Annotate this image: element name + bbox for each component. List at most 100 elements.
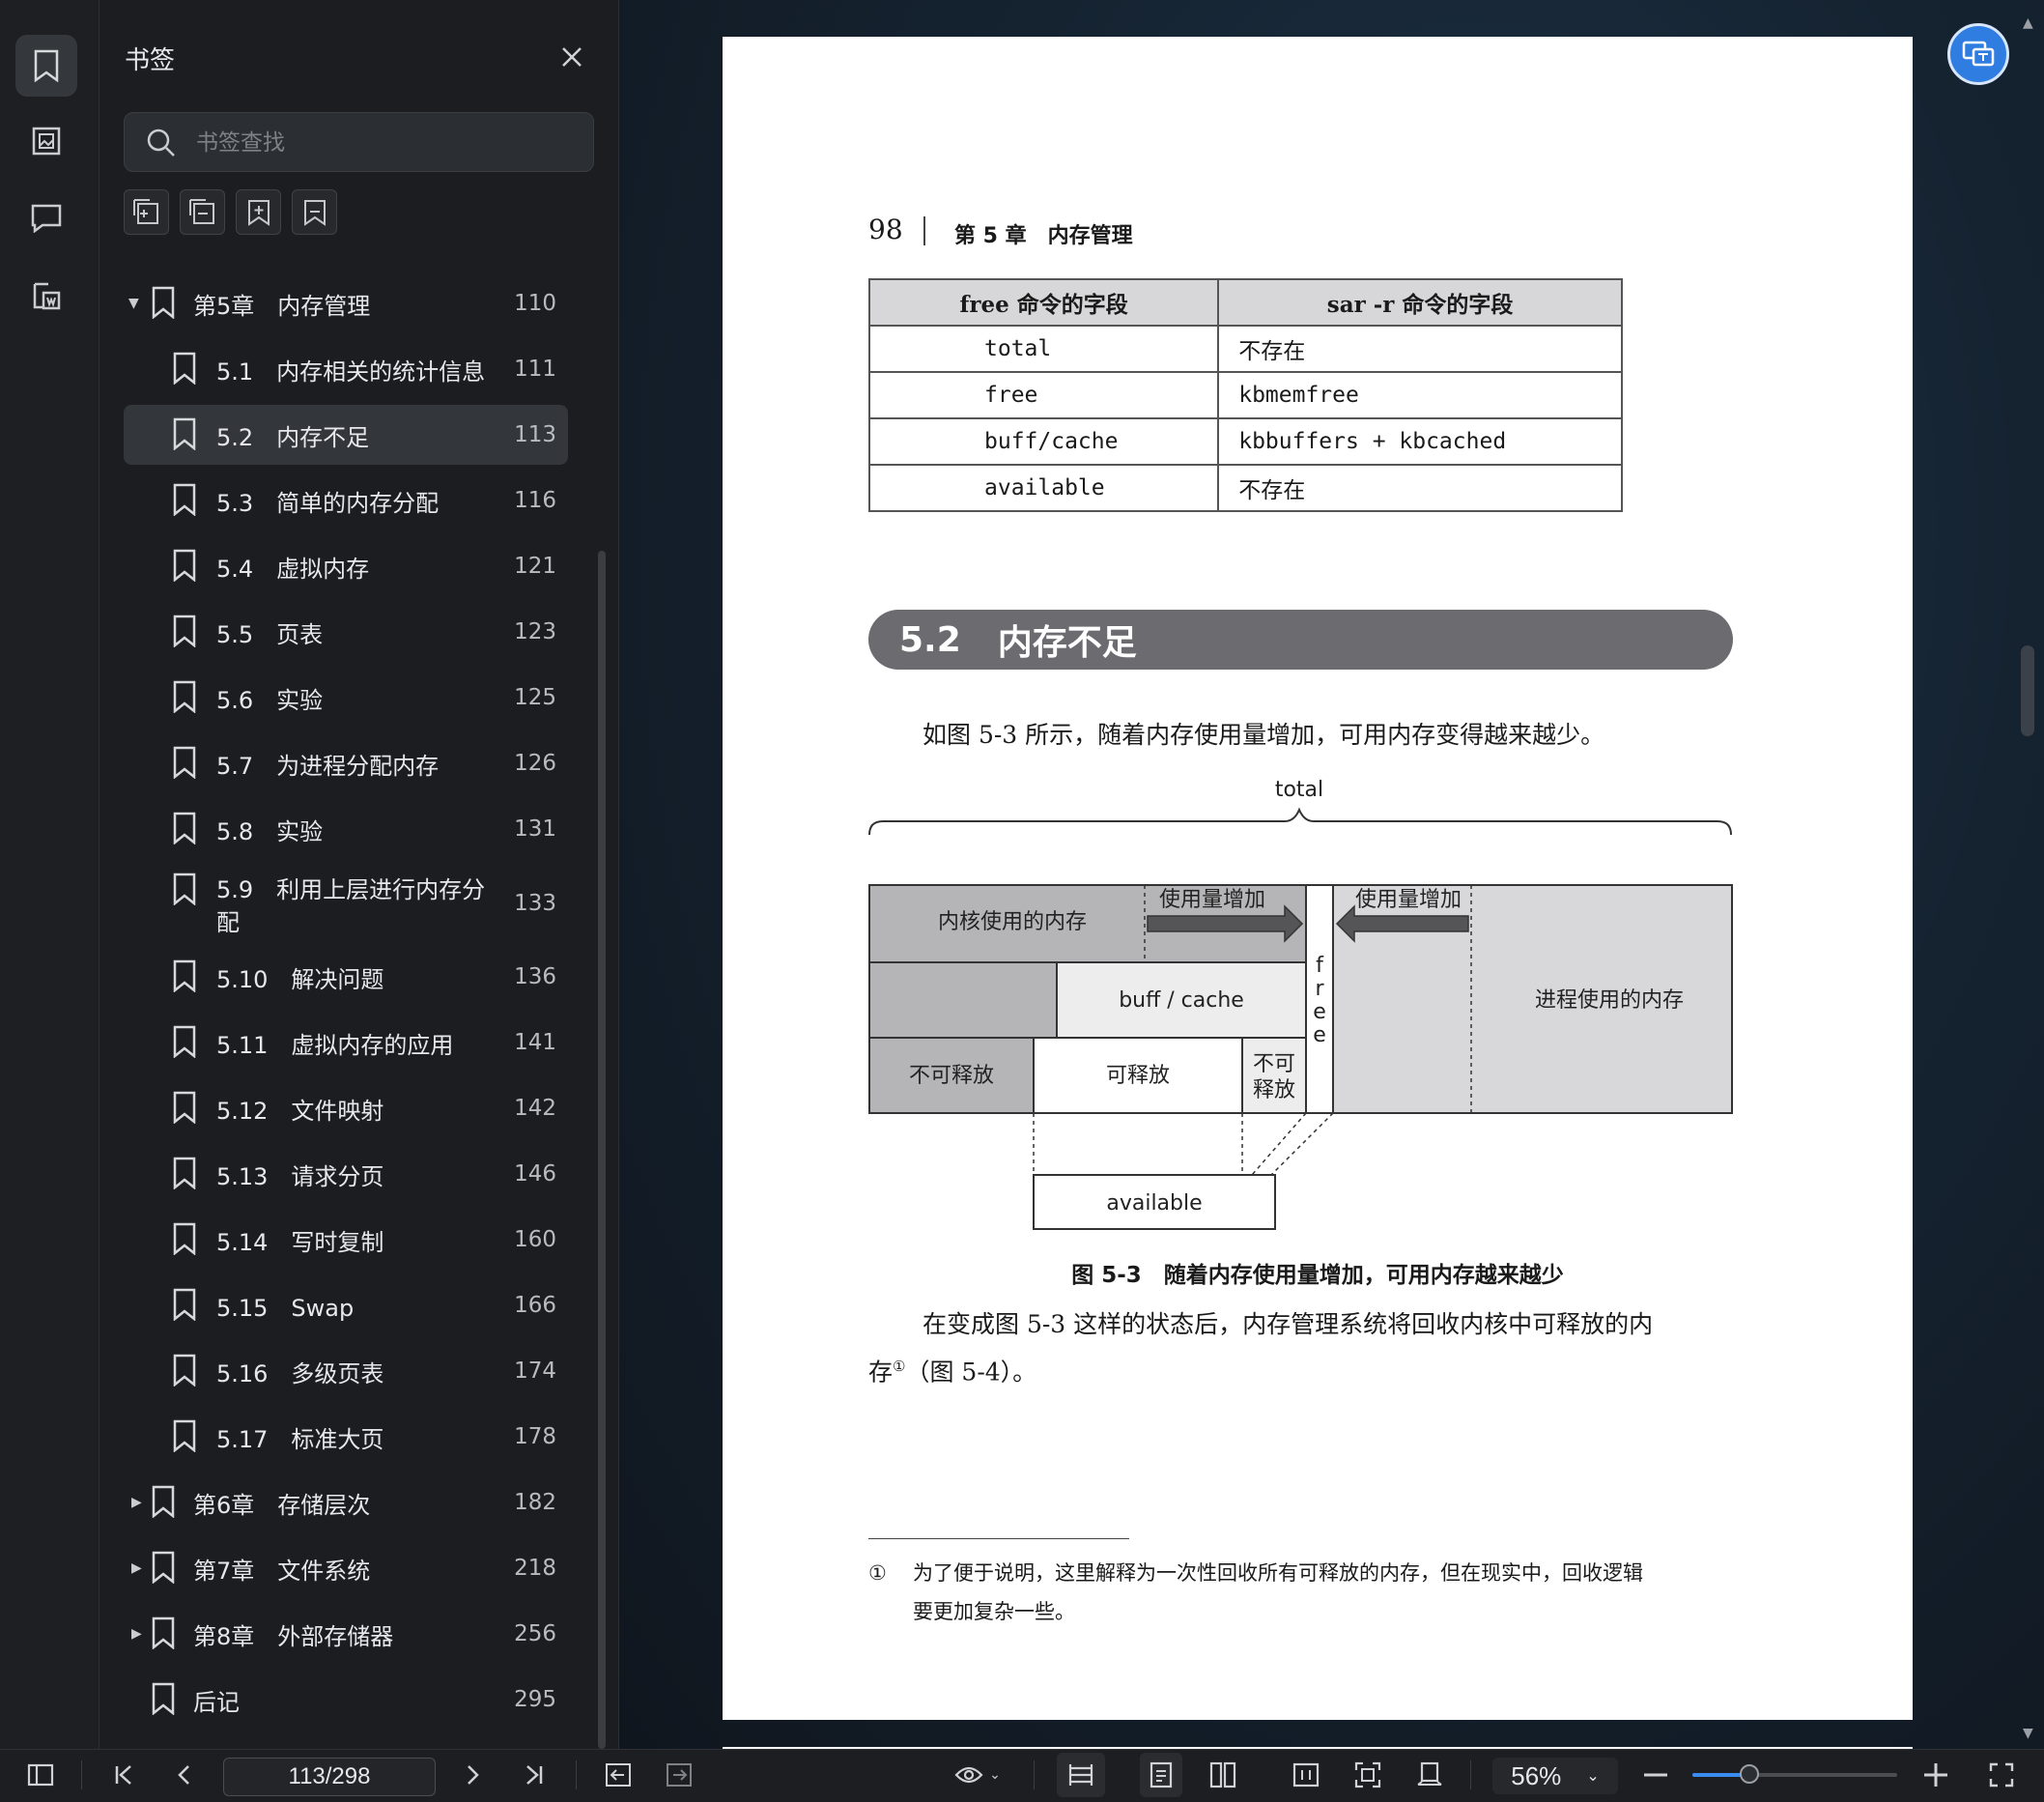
toolbar-divider <box>81 1760 82 1789</box>
bookmark-label: 后记 <box>193 1688 240 1716</box>
footnote-ref[interactable]: ① <box>893 1358 905 1375</box>
bookmark-label-continued: 配 <box>216 909 240 936</box>
bookmark-item[interactable]: 5.6 实验 125 <box>124 668 568 728</box>
zoom-select[interactable]: 56% ⌄ <box>1492 1758 1618 1794</box>
bookmark-item[interactable]: 5.7 为进程分配内存 126 <box>124 733 568 793</box>
bookmark-search[interactable] <box>124 112 594 172</box>
bookmark-item[interactable]: ▶ 第7章 文件系统 218 <box>124 1538 568 1598</box>
bookmark-icon <box>151 1551 176 1589</box>
bookmark-item[interactable]: 5.15 Swap 166 <box>124 1275 568 1335</box>
close-icon[interactable] <box>555 41 588 73</box>
collapsed-caret-icon[interactable]: ▶ <box>131 1560 149 1576</box>
scroll-up-icon[interactable]: ▲ <box>2023 15 2033 31</box>
bookmark-icon <box>151 1682 176 1721</box>
bookmark-item[interactable]: ▶ 第6章 存储层次 182 <box>124 1473 568 1532</box>
body-text: 存 <box>868 1358 894 1387</box>
svg-text:f: f <box>1316 954 1324 978</box>
bookmark-page: 295 <box>514 1687 556 1712</box>
first-page-icon[interactable] <box>104 1749 143 1801</box>
bookmark-label: 5.17 标准大页 <box>216 1425 384 1453</box>
bookmark-page: 136 <box>514 964 556 989</box>
bookmark-icon <box>172 1157 197 1195</box>
toggle-sidebar-icon[interactable] <box>21 1749 60 1801</box>
two-page-icon[interactable] <box>1202 1749 1244 1801</box>
bookmark-label: 5.3 简单的内存分配 <box>216 489 440 517</box>
bookmark-icon[interactable] <box>292 189 337 235</box>
previous-page-icon[interactable] <box>164 1749 203 1801</box>
bookmark-page: 142 <box>514 1096 556 1121</box>
bookmark-icon <box>172 417 197 456</box>
bookmark-page: 178 <box>514 1424 556 1449</box>
bookmark-page: 121 <box>514 554 556 579</box>
body-paragraph-line: 存①（图 5-4）。 <box>868 1345 1733 1393</box>
fullscreen-icon[interactable] <box>1982 1749 2021 1801</box>
bookmark-item[interactable]: ▼ 第5章 内存管理 110 <box>124 273 568 333</box>
bookmark-item[interactable]: 5.4 虚拟内存 121 <box>124 536 568 596</box>
bookmark-item[interactable]: 5.10 解决问题 136 <box>124 947 568 1007</box>
image-icon[interactable] <box>15 110 77 172</box>
actual-size-icon[interactable] <box>1285 1749 1327 1801</box>
chevron-down-icon: ⌄ <box>1586 1768 1600 1785</box>
scroll-down-icon[interactable]: ▼ <box>2023 1726 2033 1741</box>
bookmark-item[interactable]: 5.9 利用上层进行内存分 配 133 <box>124 865 568 942</box>
bookmark-icon[interactable] <box>15 35 77 97</box>
back-icon[interactable] <box>599 1749 638 1801</box>
collapsed-caret-icon[interactable]: ▶ <box>131 1495 149 1510</box>
bookmark-icon <box>172 615 197 653</box>
add-bookmark-icon[interactable] <box>236 189 281 235</box>
bookmark-item[interactable]: 5.13 请求分页 146 <box>124 1144 568 1204</box>
bookmark-item[interactable]: 5.12 文件映射 142 <box>124 1078 568 1138</box>
export-icon[interactable] <box>15 265 77 327</box>
single-page-icon[interactable] <box>1140 1753 1182 1797</box>
next-page-icon[interactable] <box>454 1749 493 1801</box>
bookmark-item[interactable]: ▶ 第8章 外部存储器 256 <box>124 1604 568 1664</box>
page-number-input[interactable]: 113/298 <box>223 1758 436 1796</box>
bookmark-item[interactable]: 5.5 页表 123 <box>124 602 568 662</box>
collapsed-caret-icon[interactable]: ▶ <box>131 1626 149 1642</box>
bookmark-page: 113 <box>514 422 556 447</box>
bookmark-icon <box>172 812 197 850</box>
zoom-out-icon[interactable] <box>1636 1749 1675 1801</box>
last-page-icon[interactable] <box>515 1749 554 1801</box>
collapse-all-icon[interactable] <box>180 189 225 235</box>
document-scrollbar[interactable] <box>2021 645 2034 736</box>
releasable-label: 可释放 <box>1106 1064 1170 1088</box>
bookmark-icon <box>151 286 176 325</box>
bookmark-item[interactable]: 5.11 虚拟内存的应用 141 <box>124 1013 568 1073</box>
bookmark-item[interactable]: 5.14 写时复制 160 <box>124 1210 568 1270</box>
bookmark-label: 5.9 利用上层进行内存分 <box>216 876 486 903</box>
panel-scrollbar[interactable] <box>598 551 606 1749</box>
zoom-slider[interactable] <box>1692 1764 1897 1784</box>
bookmark-item[interactable]: 后记 295 <box>124 1670 568 1730</box>
bookmark-page: 182 <box>514 1490 556 1515</box>
rotate-page-icon[interactable] <box>1408 1749 1451 1801</box>
expand-all-icon[interactable] <box>124 189 169 235</box>
bookmark-item-selected[interactable]: 5.2 内存不足 113 <box>124 405 568 465</box>
bookmark-label: 5.7 为进程分配内存 <box>216 752 440 780</box>
bookmark-page: 116 <box>514 488 556 513</box>
comment-icon[interactable] <box>15 187 77 249</box>
fit-page-icon[interactable] <box>1347 1749 1389 1801</box>
bookmark-item[interactable]: 5.8 实验 131 <box>124 799 568 859</box>
bookmark-label: 5.12 文件映射 <box>216 1097 384 1125</box>
bookmark-icon <box>172 352 197 390</box>
bookmark-icon <box>172 1091 197 1130</box>
zoom-level: 56% <box>1511 1760 1562 1790</box>
bookmark-item[interactable]: 5.1 内存相关的统计信息 111 <box>124 339 568 399</box>
bookmark-page: 126 <box>514 751 556 776</box>
floating-translate-button[interactable] <box>1947 23 2009 85</box>
bookmark-icon <box>151 1616 176 1655</box>
eye-mode-dropdown[interactable]: ⌄ <box>949 1749 1007 1801</box>
bookmark-item[interactable]: 5.17 标准大页 178 <box>124 1407 568 1467</box>
expanded-caret-icon[interactable]: ▼ <box>128 296 146 311</box>
buff-cache-label: buff / cache <box>1119 988 1244 1013</box>
forward-icon[interactable] <box>660 1749 698 1801</box>
fit-width-icon[interactable] <box>1057 1753 1105 1797</box>
zoom-in-icon[interactable] <box>1916 1749 1955 1801</box>
bookmark-page: 125 <box>514 685 556 710</box>
bookmarks-panel: 书签 ▼ 第5章 内存管理 110 5.1 内存相 <box>99 0 619 1749</box>
search-input[interactable] <box>194 125 575 161</box>
bookmark-item[interactable]: 5.16 多级页表 174 <box>124 1341 568 1401</box>
bookmark-item[interactable]: 5.3 简单的内存分配 116 <box>124 471 568 530</box>
bookmark-page: 133 <box>514 891 556 916</box>
